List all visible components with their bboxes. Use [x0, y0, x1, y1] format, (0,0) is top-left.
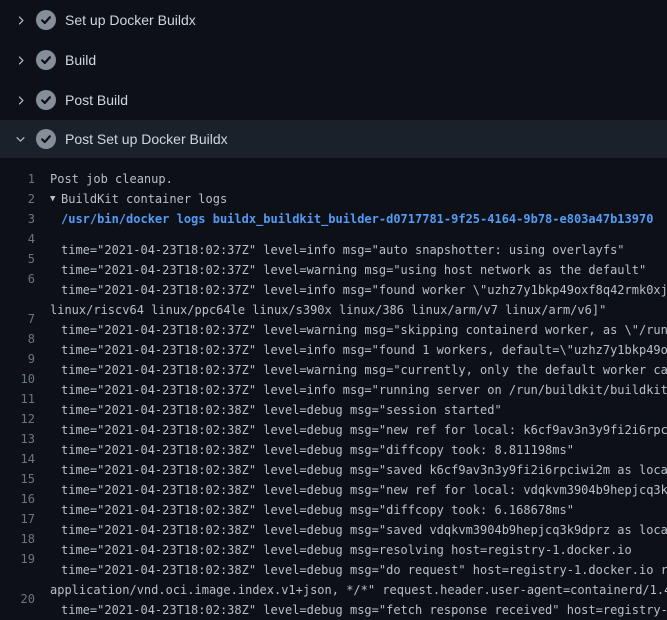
log-line: 1 Post job cleanup.: [0, 169, 667, 189]
log-text: application/vnd.oci.image.index.v1+json,…: [50, 569, 667, 589]
log-text: time="2021-04-23T18:02:38Z" level=debug …: [61, 529, 632, 549]
line-number[interactable]: 12: [0, 409, 35, 429]
log-text: time="2021-04-23T18:02:37Z" level=info m…: [61, 329, 667, 349]
log-line: 20 time="2021-04-23T18:02:38Z" level=deb…: [0, 589, 667, 609]
line-number: [0, 569, 35, 589]
log-text: time="2021-04-23T18:02:37Z" level=warnin…: [61, 309, 667, 329]
log-line: 5 time="2021-04-23T18:02:37Z" level=warn…: [0, 249, 667, 269]
log-text: time="2021-04-23T18:02:38Z" level=debug …: [61, 549, 667, 569]
step-header-post-set-up-docker-buildx[interactable]: Post Set up Docker Buildx: [0, 120, 667, 158]
line-number[interactable]: 13: [0, 429, 35, 449]
line-number[interactable]: 19: [0, 549, 35, 569]
log-line: 2 ▼ BuildKit container logs: [0, 189, 667, 209]
chevron-right-icon: [13, 13, 27, 27]
log-text: linux/riscv64 linux/ppc64le linux/s390x …: [50, 289, 606, 309]
log-line: 3 /usr/bin/docker logs buildx_buildkit_b…: [0, 209, 667, 229]
line-number[interactable]: 7: [0, 309, 35, 329]
log-text: time="2021-04-23T18:02:38Z" level=debug …: [61, 509, 667, 529]
line-number: [0, 289, 35, 309]
log-text: time="2021-04-23T18:02:38Z" level=debug …: [61, 429, 574, 449]
line-number[interactable]: 1: [0, 169, 35, 189]
log-line: application/vnd.oci.image.index.v1+json,…: [0, 569, 667, 589]
log-line: 15 time="2021-04-23T18:02:38Z" level=deb…: [0, 469, 667, 489]
log-text: Post job cleanup.: [50, 169, 173, 189]
log-line: 10 time="2021-04-23T18:02:37Z" level=inf…: [0, 369, 667, 389]
steps-list: Set up Docker Buildx Build Post Bu: [0, 0, 667, 158]
step-label: Post Set up Docker Buildx: [65, 131, 228, 147]
line-number[interactable]: 2: [0, 189, 35, 209]
log-text: BuildKit container logs: [61, 189, 227, 209]
chevron-right-icon: [13, 93, 27, 107]
step-header-set-up-docker-buildx[interactable]: Set up Docker Buildx: [0, 0, 667, 40]
log-line: 17 time="2021-04-23T18:02:38Z" level=deb…: [0, 509, 667, 529]
log-line: 8 time="2021-04-23T18:02:37Z" level=info…: [0, 329, 667, 349]
log-text: time="2021-04-23T18:02:37Z" level=warnin…: [61, 349, 667, 369]
chevron-down-icon: [13, 132, 27, 146]
check-circle-icon: [36, 10, 56, 30]
line-number[interactable]: 16: [0, 489, 35, 509]
log-line: 19 time="2021-04-23T18:02:38Z" level=deb…: [0, 549, 667, 569]
log-text: time="2021-04-23T18:02:37Z" level=info m…: [61, 369, 667, 389]
log-text: /usr/bin/docker logs buildx_buildkit_bui…: [61, 209, 653, 229]
log-line: 16 time="2021-04-23T18:02:38Z" level=deb…: [0, 489, 667, 509]
line-number[interactable]: 17: [0, 509, 35, 529]
log-text: time="2021-04-23T18:02:37Z" level=warnin…: [61, 249, 646, 269]
actions-log-viewer: Set up Docker Buildx Build Post Bu: [0, 0, 667, 609]
log-line: 14 time="2021-04-23T18:02:38Z" level=deb…: [0, 449, 667, 469]
line-number[interactable]: 20: [0, 589, 35, 609]
log-line: 13 time="2021-04-23T18:02:38Z" level=deb…: [0, 429, 667, 449]
log-text: time="2021-04-23T18:02:38Z" level=debug …: [61, 489, 574, 509]
log-line: 12 time="2021-04-23T18:02:38Z" level=deb…: [0, 409, 667, 429]
log-line: 9 time="2021-04-23T18:02:37Z" level=warn…: [0, 349, 667, 369]
step-label: Post Build: [65, 92, 128, 108]
check-circle-icon: [36, 90, 56, 110]
log-text: time="2021-04-23T18:02:38Z" level=debug …: [61, 449, 667, 469]
check-circle-icon: [36, 129, 56, 149]
line-number[interactable]: 10: [0, 369, 35, 389]
line-number[interactable]: 8: [0, 329, 35, 349]
log-text: time="2021-04-23T18:02:38Z" level=debug …: [61, 469, 667, 489]
log-area: 1 Post job cleanup. 2 ▼ BuildKit contain…: [0, 158, 667, 609]
step-header-build[interactable]: Build: [0, 40, 667, 80]
line-number[interactable]: 9: [0, 349, 35, 369]
log-line: 4 time="2021-04-23T18:02:37Z" level=info…: [0, 229, 667, 249]
line-number[interactable]: 6: [0, 269, 35, 289]
collapse-arrow-icon[interactable]: ▼: [50, 189, 61, 209]
line-number[interactable]: 5: [0, 249, 35, 269]
log-line: 18 time="2021-04-23T18:02:38Z" level=deb…: [0, 529, 667, 549]
line-number[interactable]: 14: [0, 449, 35, 469]
log-line: 7 time="2021-04-23T18:02:37Z" level=warn…: [0, 309, 667, 329]
log-text: time="2021-04-23T18:02:38Z" level=debug …: [61, 589, 667, 609]
log-line: linux/riscv64 linux/ppc64le linux/s390x …: [0, 289, 667, 309]
step-header-post-build[interactable]: Post Build: [0, 80, 667, 120]
log-text: time="2021-04-23T18:02:38Z" level=debug …: [61, 409, 667, 429]
line-number[interactable]: 3: [0, 209, 35, 229]
step-label: Build: [65, 52, 96, 68]
line-number[interactable]: 11: [0, 389, 35, 409]
step-label: Set up Docker Buildx: [65, 12, 196, 28]
check-circle-icon: [36, 50, 56, 70]
chevron-right-icon: [13, 53, 27, 67]
log-text: time="2021-04-23T18:02:37Z" level=info m…: [61, 229, 625, 249]
line-number[interactable]: 4: [0, 229, 35, 249]
log-text: time="2021-04-23T18:02:37Z" level=info m…: [61, 269, 667, 289]
log-line: 6 time="2021-04-23T18:02:37Z" level=info…: [0, 269, 667, 289]
line-number[interactable]: 18: [0, 529, 35, 549]
log-text: time="2021-04-23T18:02:38Z" level=debug …: [61, 389, 502, 409]
line-number[interactable]: 15: [0, 469, 35, 489]
